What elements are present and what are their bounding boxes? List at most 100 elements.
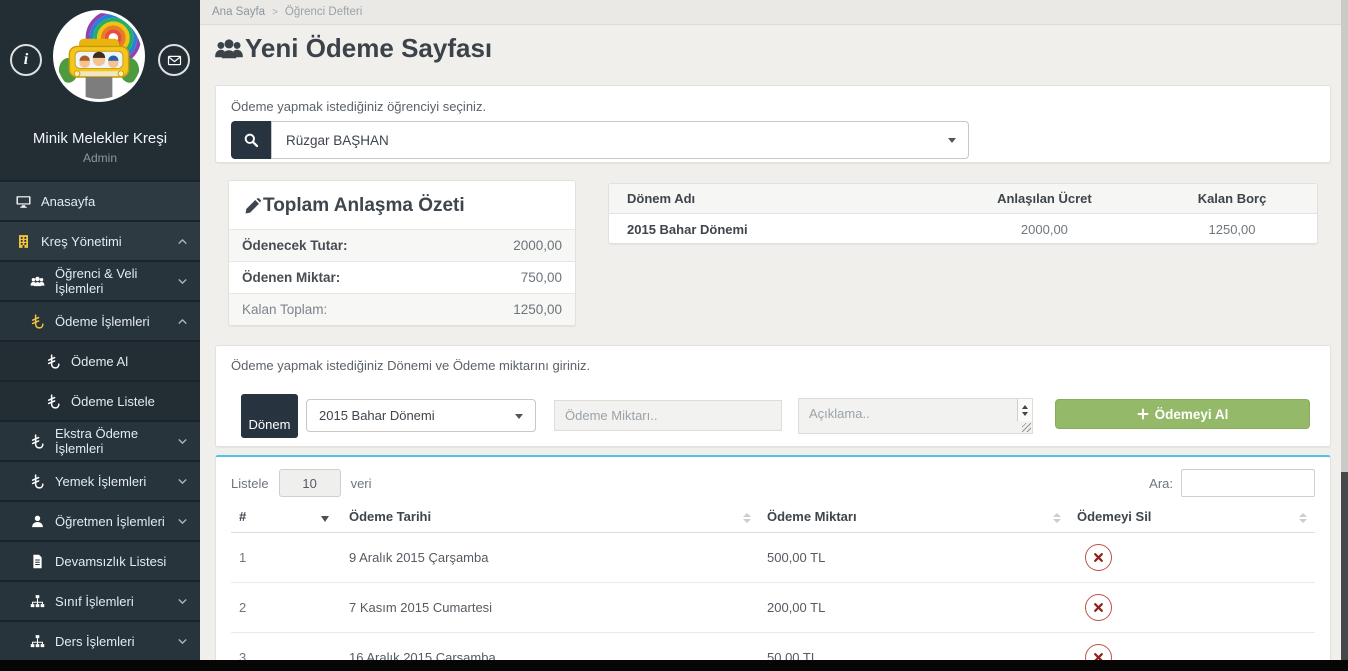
envelope-icon xyxy=(167,53,182,68)
student-select-group: Rüzgar BAŞHAN xyxy=(231,121,969,159)
col-odeme-miktari[interactable]: Ödeme Miktarı xyxy=(759,503,1069,533)
sidebar-item-odeme-listele[interactable]: Ödeme Listele xyxy=(0,380,200,420)
org-avatar[interactable] xyxy=(53,10,145,102)
length-select[interactable]: 10 xyxy=(279,469,341,497)
agreement-summary-panel: Toplam Anlaşma Özeti Ödenecek Tutar: 200… xyxy=(228,180,576,326)
sidebar-item-odeme-islemleri[interactable]: Ödeme İşlemleri xyxy=(0,300,200,340)
search-input[interactable] xyxy=(1181,469,1315,497)
school-bus-logo-icon xyxy=(56,13,142,99)
sidebar-item-odeme-al[interactable]: Ödeme Al xyxy=(0,340,200,380)
length-control: Listele 10 veri xyxy=(231,469,372,497)
take-payment-button[interactable]: Ödemeyi Al xyxy=(1055,399,1310,429)
summary-row-odenen-miktar: Ödenen Miktar: 750,00 xyxy=(229,261,575,293)
sidebar-item-ogretmen-islemleri[interactable]: Öğretmen İşlemleri xyxy=(0,500,200,540)
period-agreed: 2000,00 xyxy=(942,222,1147,237)
student-select-value: Rüzgar BAŞHAN xyxy=(286,133,389,148)
monitor-icon xyxy=(16,194,31,209)
pencil-icon xyxy=(244,198,261,215)
chevron-down-icon xyxy=(177,476,188,487)
lira-icon xyxy=(46,354,61,369)
row-date: 7 Kasım 2015 Cumartesi xyxy=(341,583,759,633)
chevron-down-icon xyxy=(177,636,188,647)
payment-amount-input[interactable] xyxy=(554,400,782,431)
length-label: Listele xyxy=(231,476,269,491)
chevron-down-icon xyxy=(177,276,188,287)
chevron-up-icon xyxy=(177,316,188,327)
period-table-row: 2015 Bahar Dönemi 2000,00 1250,00 xyxy=(609,214,1317,244)
org-name: Minik Melekler Kreşi xyxy=(0,130,200,147)
sidebar-item-yemek-islemleri[interactable]: Yemek İşlemleri xyxy=(0,460,200,500)
student-select-panel: Ödeme yapmak istediğiniz öğrenciyi seçin… xyxy=(215,85,1331,163)
scrollbar-thumb[interactable] xyxy=(1341,472,1348,660)
main-content: Ana Sayfa > Öğrenci Defteri Yeni Ödeme S… xyxy=(200,0,1348,671)
delete-payment-button[interactable] xyxy=(1085,544,1112,571)
delete-payment-button[interactable] xyxy=(1085,594,1112,621)
payment-form-label: Ödeme yapmak istediğiniz Dönemi ve Ödeme… xyxy=(231,358,1315,373)
search-icon xyxy=(243,132,259,148)
student-search-addon[interactable] xyxy=(231,121,271,159)
chevron-down-icon xyxy=(177,436,188,447)
sidebar-item-ders-islemleri[interactable]: Ders İşlemleri xyxy=(0,620,200,660)
breadcrumb-current: Öğrenci Defteri xyxy=(285,6,362,18)
building-icon xyxy=(16,234,31,249)
breadcrumb-home[interactable]: Ana Sayfa xyxy=(212,6,265,18)
payments-table: # Ödeme Tarihi Ödeme Miktarı Ödemey xyxy=(231,503,1315,671)
payments-table-panel: Listele 10 veri Ara: # xyxy=(215,455,1331,671)
lira-icon xyxy=(30,434,45,449)
sitemap-icon xyxy=(30,634,45,649)
info-button[interactable]: i xyxy=(10,44,42,76)
spinner-arrows-icon[interactable] xyxy=(1017,399,1032,421)
row-num: 1 xyxy=(231,533,341,583)
sidebar-item-devamsizlik-listesi[interactable]: Devamsızlık Listesi xyxy=(0,540,200,580)
col-num[interactable]: # xyxy=(231,503,341,533)
table-row: 2 7 Kasım 2015 Cumartesi 200,00 TL xyxy=(231,583,1315,633)
users-icon xyxy=(214,34,244,64)
period-select[interactable]: 2015 Bahar Dönemi xyxy=(306,399,536,432)
sidebar: i xyxy=(0,0,200,671)
sidebar-item-ekstra-odeme-islemleri[interactable]: Ekstra Ödeme İşlemleri xyxy=(0,420,200,460)
sitemap-icon xyxy=(30,594,45,609)
window-bottom-edge xyxy=(0,660,1348,671)
chevron-down-icon xyxy=(177,516,188,527)
search-label: Ara: xyxy=(1149,476,1173,491)
note-textarea[interactable] xyxy=(798,398,1033,434)
breadcrumb-separator: > xyxy=(272,7,278,18)
sidebar-item-ogrenci-veli-islemleri[interactable]: Öğrenci & Veli İşlemleri xyxy=(0,260,200,300)
lira-icon xyxy=(30,474,45,489)
row-delete-cell xyxy=(1069,533,1315,583)
row-amount: 200,00 TL xyxy=(759,583,1069,633)
messages-button[interactable] xyxy=(158,44,190,76)
file-icon xyxy=(30,554,45,569)
student-select-label: Ödeme yapmak istediğiniz öğrenciyi seçin… xyxy=(231,99,1315,114)
payment-form-row: Dönem 2015 Bahar Dönemi Ödemeyi Al xyxy=(231,373,1315,433)
x-icon xyxy=(1093,602,1104,613)
period-remaining: 1250,00 xyxy=(1147,222,1317,237)
student-select[interactable]: Rüzgar BAŞHAN xyxy=(271,121,969,159)
search-control: Ara: xyxy=(1149,469,1315,497)
col-odemeyi-sil[interactable]: Ödemeyi Sil xyxy=(1069,503,1315,533)
plus-icon xyxy=(1137,408,1149,420)
row-delete-cell xyxy=(1069,583,1315,633)
user-role: Admin xyxy=(0,151,200,165)
datatable-controls: Listele 10 veri Ara: xyxy=(231,457,1315,503)
period-addon-label: Dönem xyxy=(241,394,298,438)
length-suffix: veri xyxy=(351,476,372,491)
summary-row-kalan-toplam: Kalan Toplam: 1250,00 xyxy=(229,293,575,325)
resize-grip-icon[interactable] xyxy=(1022,423,1031,432)
sidebar-menu: Anasayfa Kreş Yönetimi Öğrenci & Veli İş… xyxy=(0,180,200,660)
payment-form-panel: Ödeme yapmak istediğiniz Dönemi ve Ödeme… xyxy=(215,345,1331,447)
row-num: 2 xyxy=(231,583,341,633)
lira-icon xyxy=(46,394,61,409)
col-anlasilan-ucret: Anlaşılan Ücret xyxy=(942,191,1147,206)
sort-desc-icon xyxy=(321,516,329,522)
info-icon: i xyxy=(24,51,28,69)
sort-icon xyxy=(1299,513,1307,523)
users-icon xyxy=(30,274,45,289)
x-icon xyxy=(1093,552,1104,563)
sidebar-item-anasayfa[interactable]: Anasayfa xyxy=(0,180,200,220)
summary-title: Toplam Anlaşma Özeti xyxy=(229,181,575,229)
col-odeme-tarihi[interactable]: Ödeme Tarihi xyxy=(341,503,759,533)
app-window: i xyxy=(0,0,1348,671)
sidebar-item-kres-yonetimi[interactable]: Kreş Yönetimi xyxy=(0,220,200,260)
sidebar-item-sinif-islemleri[interactable]: Sınıf İşlemleri xyxy=(0,580,200,620)
